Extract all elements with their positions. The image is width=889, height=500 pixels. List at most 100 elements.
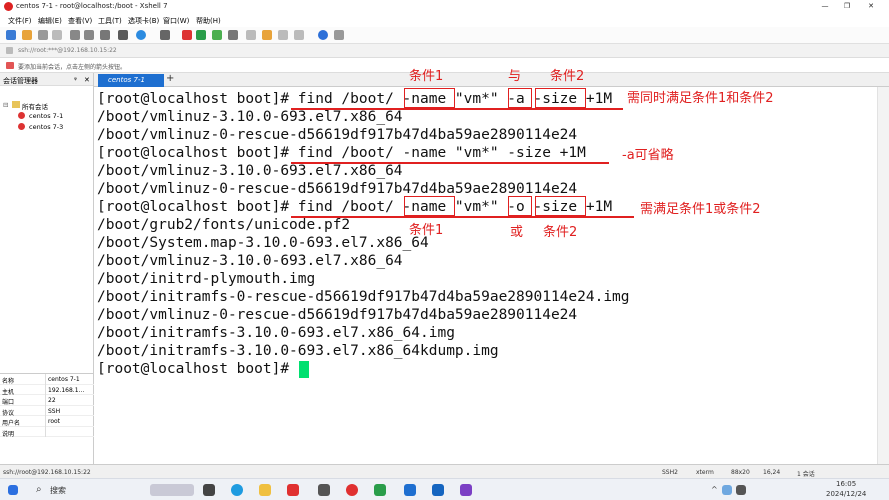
tray-icon[interactable] <box>722 485 732 495</box>
menu-tools[interactable]: 工具(T) <box>98 16 122 26</box>
start-icon[interactable] <box>8 485 18 495</box>
maximize-button[interactable]: ❐ <box>840 1 854 12</box>
bookmark-icon[interactable] <box>6 62 14 69</box>
minimize-button[interactable]: — <box>818 1 832 12</box>
wps-icon[interactable] <box>287 484 299 496</box>
title-bar: centos 7-1 - root@localhost:/boot - Xshe… <box>0 0 889 13</box>
status-size: 88x20 <box>731 469 750 476</box>
menu-tabs[interactable]: 选项卡(B) <box>128 16 159 26</box>
taskbar-search[interactable]: 搜索 <box>50 485 66 496</box>
clock-date[interactable]: 2024/12/24 <box>826 490 866 498</box>
typora-icon[interactable] <box>318 484 330 496</box>
app-icon[interactable] <box>404 484 416 496</box>
terminal-line: /boot/System.map-3.10.0-693.el7.x86_64 <box>97 235 429 251</box>
compose-icon[interactable] <box>262 30 272 40</box>
app-icon[interactable] <box>432 484 444 496</box>
address-input[interactable]: ssh://root:***@192.168.10.15:22 <box>18 47 117 54</box>
pin-icon[interactable]: ᵠ <box>74 76 77 84</box>
fullscreen-icon[interactable] <box>118 30 128 40</box>
annotation-underline <box>291 162 609 164</box>
session-manager-panel: 会话管理器 ᵠ ✕ ⊟ 所有会话 centos 7-1 centos 7-3 名… <box>0 73 94 464</box>
tree-item-centos-7-3[interactable]: centos 7-3 <box>29 123 63 131</box>
link-icon[interactable] <box>38 30 48 40</box>
tray-icon[interactable] <box>736 485 746 495</box>
open-folder-icon[interactable] <box>22 30 32 40</box>
annotation-box-or <box>508 196 532 216</box>
xshell-app-icon <box>4 2 13 11</box>
tree-collapse-icon[interactable]: ⊟ <box>3 101 8 109</box>
tab-centos-7-1[interactable]: centos 7-1 <box>98 74 164 87</box>
tile-icon[interactable] <box>294 30 304 40</box>
terminal-line: [root@localhost boot]# <box>97 361 298 377</box>
app-icon[interactable] <box>374 484 386 496</box>
panel-close-icon[interactable]: ✕ <box>84 76 90 84</box>
xshell-taskbar-icon[interactable] <box>346 484 358 496</box>
disconnect-icon[interactable] <box>52 30 62 40</box>
help-icon[interactable] <box>318 30 328 40</box>
annotation-underline <box>291 216 634 218</box>
menu-edit[interactable]: 编辑(E) <box>38 16 62 26</box>
annotation-box-name <box>404 88 455 108</box>
tree-root-label[interactable]: 所有会话 <box>22 101 48 111</box>
menu-file[interactable]: 文件(F) <box>8 16 32 26</box>
find-icon[interactable] <box>100 30 110 40</box>
terminal-line: [root@localhost boot]# find /boot/ -name… <box>97 145 586 161</box>
paste-icon[interactable] <box>84 30 94 40</box>
terminal-scrollbar[interactable] <box>877 87 889 464</box>
widget-icon[interactable] <box>150 484 194 496</box>
property-value: centos 7-1 <box>48 376 80 383</box>
address-bar: ssh://root:***@192.168.10.15:22 <box>0 44 889 58</box>
explorer-icon[interactable] <box>259 484 271 496</box>
close-button[interactable]: ✕ <box>864 1 878 12</box>
annotation-box-size <box>535 196 586 216</box>
tab-strip: centos 7-1 + <box>94 73 889 87</box>
status-cursor-pos: 16,24 <box>763 469 781 476</box>
toolbar <box>0 27 889 44</box>
property-row: 端口 22 <box>0 395 94 406</box>
font-icon[interactable] <box>160 30 170 40</box>
annotation-condition1-top: 条件1 <box>409 69 444 84</box>
app-icon[interactable] <box>460 484 472 496</box>
clock-time[interactable]: 16:05 <box>836 480 856 488</box>
property-row: 协议 SSH <box>0 405 94 417</box>
folder-icon <box>12 101 20 108</box>
terminal-line: /boot/vmlinuz-3.10.0-693.el7.x86_64 <box>97 109 403 125</box>
menu-help[interactable]: 帮助(H) <box>196 16 221 26</box>
keymap-icon[interactable] <box>246 30 256 40</box>
dropdown-icon[interactable] <box>334 30 344 40</box>
session-manager-header: 会话管理器 ᵠ ✕ <box>0 73 93 86</box>
annotation-condition2-bottom: 条件2 <box>543 225 578 240</box>
terminal-line: /boot/vmlinuz-0-rescue-d56619df917b47d4b… <box>97 307 578 323</box>
keyboard-icon[interactable] <box>212 30 222 40</box>
session-tree: ⊟ 所有会话 centos 7-1 centos 7-3 <box>0 86 93 131</box>
search-icon[interactable]: ⌕ <box>36 484 42 495</box>
globe-icon[interactable] <box>136 30 146 40</box>
property-row: 名称 centos 7-1 <box>0 374 94 385</box>
xftp-icon[interactable] <box>182 30 192 40</box>
edge-icon[interactable] <box>231 484 243 496</box>
session-icon <box>18 112 25 119</box>
menu-window[interactable]: 窗口(W) <box>163 16 189 26</box>
tree-item-centos-7-1[interactable]: centos 7-1 <box>29 112 63 120</box>
property-value: root <box>48 418 61 425</box>
tray-chevron-icon[interactable]: ^ <box>711 485 718 494</box>
address-lock-icon <box>6 47 13 54</box>
task-view-icon[interactable] <box>203 484 215 496</box>
property-value: 192.168.1... <box>48 386 85 394</box>
new-tab-button[interactable]: + <box>166 73 174 84</box>
menu-view[interactable]: 查看(V) <box>68 16 92 26</box>
annotation-box-and <box>508 88 532 108</box>
hint-bar: 要添加当前会话，点击左侧的箭头按钮。 <box>0 58 889 73</box>
annotation-box-size <box>535 88 586 108</box>
xagent-icon[interactable] <box>196 30 206 40</box>
status-sessions: 1 会话 <box>797 471 815 478</box>
windows-taskbar: ⌕ 搜索 ^ 16:05 2024/12/24 <box>0 478 889 500</box>
terminal-area[interactable]: [root@localhost boot]# find /boot/ -name… <box>94 69 877 464</box>
menu-bar: 文件(F) 编辑(E) 查看(V) 工具(T) 选项卡(B) 窗口(W) 帮助(… <box>0 13 889 27</box>
new-session-icon[interactable] <box>6 30 16 40</box>
terminal-line: /boot/vmlinuz-0-rescue-d56619df917b47d4b… <box>97 181 578 197</box>
copy-icon[interactable] <box>70 30 80 40</box>
lock-icon[interactable] <box>228 30 238 40</box>
annotation-note-optional: -a可省略 <box>622 148 674 163</box>
layout-icon[interactable] <box>278 30 288 40</box>
